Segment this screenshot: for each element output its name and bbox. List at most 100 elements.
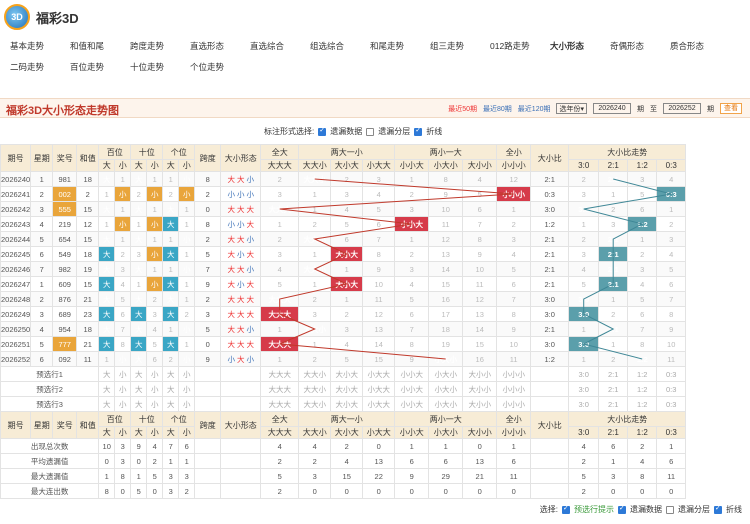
nav-item[interactable]: 二码走势 xyxy=(10,61,70,73)
shape-char: 小 xyxy=(227,189,235,199)
nav-item[interactable]: 基本走势 xyxy=(10,40,70,52)
week-cell: 7 xyxy=(30,261,54,277)
col-issue: 期号 xyxy=(0,411,32,439)
polyline-checkbox[interactable] xyxy=(414,126,423,136)
from-issue-input[interactable]: 2026240 xyxy=(593,103,631,114)
miss-cell: 17 xyxy=(428,306,464,322)
digit-cell: 1 xyxy=(130,276,148,292)
digit-cell: 1 xyxy=(162,261,180,277)
table-row: 2026246 7 982 19 大 3 大 1 1 小 7 大大小 4 大大小 1 9 3 14 10 5 2:1 4 2… xyxy=(0,261,715,277)
miss-data-checkbox[interactable] xyxy=(318,126,327,136)
col-small: 小 xyxy=(146,159,164,172)
footer-miss-data-checkbox[interactable] xyxy=(618,504,626,514)
shape-char: 大 xyxy=(236,339,245,349)
digit-cell: 2 xyxy=(146,291,164,307)
nav-item[interactable]: 百位走势 xyxy=(70,61,130,73)
nav-item[interactable]: 十位走势 xyxy=(130,61,190,73)
nav-item[interactable]: 直选形态 xyxy=(190,40,250,52)
miss-cell: 7 xyxy=(362,231,396,247)
digit-cell: 大 xyxy=(130,171,148,187)
nav-item[interactable]: 和值和尾 xyxy=(70,40,130,52)
query-button[interactable]: 查看 xyxy=(720,103,742,114)
miss-cell: 7 xyxy=(394,321,430,337)
footer-miss-layer-checkbox[interactable] xyxy=(666,505,674,514)
nav-item[interactable]: 和尾走势 xyxy=(370,40,430,52)
miss-cell: 15 xyxy=(428,276,464,292)
pred-row-label: 预选行2 xyxy=(0,381,100,397)
pred-cell: 大小大 xyxy=(330,381,364,397)
table-row: 预选行1 大小大小大小大大大 大大小 大小大 小大大 小小大 小大小 大小小 小小小 3:0 2:1… xyxy=(0,366,715,382)
col-two-small: 两小一大 xyxy=(394,411,498,427)
footer-polyline-checkbox[interactable] xyxy=(714,504,722,514)
miss-cell: 10 xyxy=(656,336,687,352)
miss-cell: 10 xyxy=(428,201,464,217)
miss-cell: 2 xyxy=(298,351,332,367)
footer-select-label: 选择: xyxy=(539,505,558,514)
col-shape-type: 小小大 xyxy=(394,426,430,439)
pred-cell: 大小大 xyxy=(330,366,364,382)
ratio-hit-cell: 2:1 xyxy=(598,246,629,262)
stat-cell: 2 xyxy=(627,438,658,454)
col-shape-type: 小大小 xyxy=(428,159,464,172)
nav-item[interactable]: 大小形态 xyxy=(550,40,610,52)
miss-cell: 4 xyxy=(656,171,687,187)
span-cell: 2 xyxy=(194,231,222,247)
sum-cell: 19 xyxy=(76,261,100,277)
col-shape-type: 大大大 xyxy=(260,426,300,439)
miss-cell: 3 xyxy=(298,306,332,322)
span-cell: 2 xyxy=(194,291,222,307)
week-cell: 3 xyxy=(30,306,54,322)
nav-item[interactable]: 组选综合 xyxy=(310,40,370,52)
nav-item[interactable]: 组三走势 xyxy=(430,40,490,52)
stat-cell: 0 xyxy=(146,483,164,499)
prize-cell: 092 xyxy=(52,351,78,367)
nav-item[interactable]: 直选综合 xyxy=(250,40,310,52)
miss-cell: 3 xyxy=(394,201,430,217)
nav-item[interactable]: 跨度走势 xyxy=(130,40,190,52)
miss-cell: 8 xyxy=(496,306,532,322)
prize-cell: 689 xyxy=(52,306,78,322)
recent-120-link[interactable]: 最近120期 xyxy=(518,104,551,114)
digit-cell: 大 xyxy=(130,321,148,337)
year-select[interactable]: 选年份 ▾ xyxy=(556,103,587,114)
stat-cell: 6 xyxy=(394,453,430,469)
stat-cell xyxy=(220,453,262,469)
shape-char: 小 xyxy=(246,234,254,244)
pred-cell: 大 xyxy=(162,381,180,397)
ratio-hit-cell: 2:1 xyxy=(598,276,629,292)
miss-cell: 8 xyxy=(656,306,687,322)
miss-cell: 3 xyxy=(568,186,600,202)
recent-80-link[interactable]: 最近80期 xyxy=(483,104,512,114)
col-ratio-type: 1:2 xyxy=(627,159,658,172)
nav-item[interactable]: 奇偶形态 xyxy=(610,40,670,52)
ratio-cell: 1:2 xyxy=(530,351,570,367)
recent-50-link[interactable]: 最近50期 xyxy=(448,104,477,114)
miss-cell: 5 xyxy=(627,291,658,307)
col-shape-type: 小大小 xyxy=(428,426,464,439)
digit-cell: 大 xyxy=(98,171,116,187)
lottery-logo[interactable]: 3D xyxy=(4,4,30,30)
stat-cell: 4 xyxy=(330,453,364,469)
to-issue-input[interactable]: 2026252 xyxy=(663,103,701,114)
stat-cell: 0 xyxy=(462,438,498,454)
table-row: 出现总次数 10 3 9 4 7 6 4 4 2 0 1 1 0 1 4 6 2 1 xyxy=(0,438,715,454)
nav-item[interactable]: 012路走势 xyxy=(490,40,550,52)
prize-cell: 982 xyxy=(52,261,78,277)
shape-cell: 大大小 xyxy=(220,231,262,247)
col-shape-type: 小小大 xyxy=(394,159,430,172)
stat-cell: 3 xyxy=(598,468,629,484)
miss-layer-checkbox[interactable] xyxy=(366,127,375,136)
pred-cell: 大大大 xyxy=(260,381,300,397)
pred-cell xyxy=(530,396,570,412)
stat-cell: 0 xyxy=(298,483,332,499)
pred-cell: 小大大 xyxy=(362,396,396,412)
miss-cell: 10 xyxy=(496,336,532,352)
miss-cell: 10 xyxy=(462,261,498,277)
sum-cell: 18 xyxy=(76,246,100,262)
digit-cell: 小 xyxy=(178,351,196,367)
nav-item[interactable]: 个位走势 xyxy=(190,61,250,73)
col-issue: 期号 xyxy=(0,144,32,172)
nav-item[interactable]: 质合形态 xyxy=(670,40,730,52)
miss-cell: 4 xyxy=(260,261,300,277)
pred-hint-checkbox[interactable] xyxy=(562,504,570,514)
